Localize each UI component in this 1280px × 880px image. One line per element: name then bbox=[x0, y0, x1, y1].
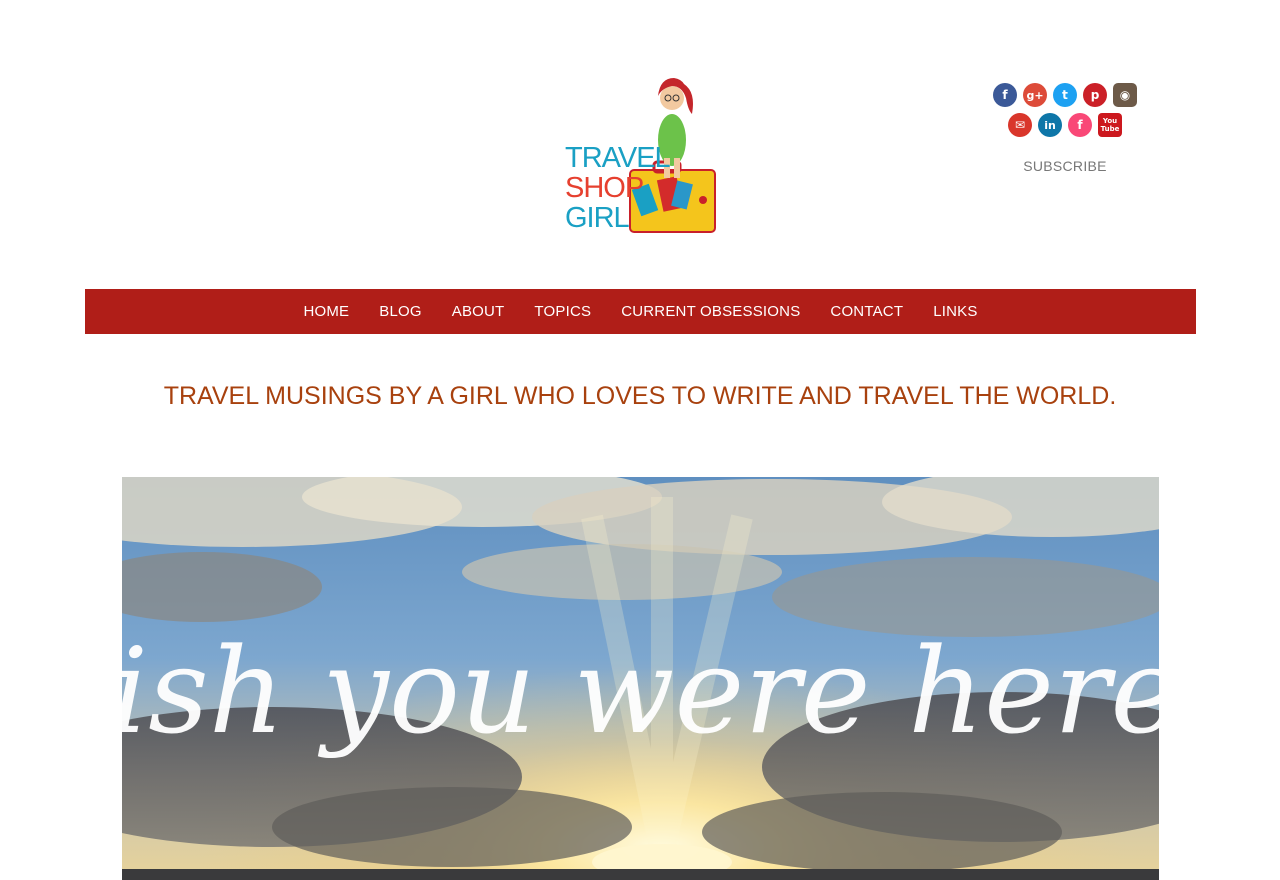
social-row-2: ✉ in f You Tube bbox=[985, 110, 1145, 140]
page: TRAVEL SHOP GIRL f g+ t p ◉ ✉ in f You Tu… bbox=[0, 0, 1280, 880]
google-plus-icon[interactable]: g+ bbox=[1023, 83, 1047, 107]
subscribe-link[interactable]: SUBSCRIBE bbox=[985, 158, 1145, 174]
site-logo[interactable]: TRAVEL SHOP GIRL bbox=[560, 70, 720, 238]
hero-sky-illustration: Wish you were here... bbox=[122, 477, 1159, 880]
hero-script-text: Wish you were here... bbox=[122, 622, 1159, 760]
facebook-icon[interactable]: f bbox=[993, 83, 1017, 107]
youtube-icon[interactable]: You Tube bbox=[1098, 113, 1122, 137]
nav-links[interactable]: LINKS bbox=[933, 303, 977, 320]
social-links: f g+ t p ◉ ✉ in f You Tube bbox=[985, 80, 1145, 140]
email-icon[interactable]: ✉ bbox=[1008, 113, 1032, 137]
instagram-icon[interactable]: ◉ bbox=[1113, 83, 1137, 107]
nav-current-obsessions[interactable]: CURRENT OBSESSIONS bbox=[621, 303, 800, 320]
linkedin-icon[interactable]: in bbox=[1038, 113, 1062, 137]
nav-home[interactable]: HOME bbox=[303, 303, 349, 320]
hero-image[interactable]: Wish you were here... bbox=[122, 477, 1159, 880]
nav-blog[interactable]: BLOG bbox=[379, 303, 421, 320]
nav-topics[interactable]: TOPICS bbox=[534, 303, 591, 320]
nav-about[interactable]: ABOUT bbox=[452, 303, 505, 320]
logo-text-travel: TRAVEL bbox=[565, 142, 671, 174]
logo-text-shop: SHOP bbox=[565, 172, 644, 204]
twitter-icon[interactable]: t bbox=[1053, 83, 1077, 107]
pinterest-icon[interactable]: p bbox=[1083, 83, 1107, 107]
site-tagline: TRAVEL MUSINGS BY A GIRL WHO LOVES TO WR… bbox=[163, 382, 1117, 410]
main-nav: HOME BLOG ABOUT TOPICS CURRENT OBSESSION… bbox=[85, 289, 1196, 334]
foursquare-icon[interactable]: f bbox=[1068, 113, 1092, 137]
social-row-1: f g+ t p ◉ bbox=[985, 80, 1145, 110]
nav-contact[interactable]: CONTACT bbox=[830, 303, 903, 320]
logo-text-girl: GIRL bbox=[565, 202, 630, 234]
